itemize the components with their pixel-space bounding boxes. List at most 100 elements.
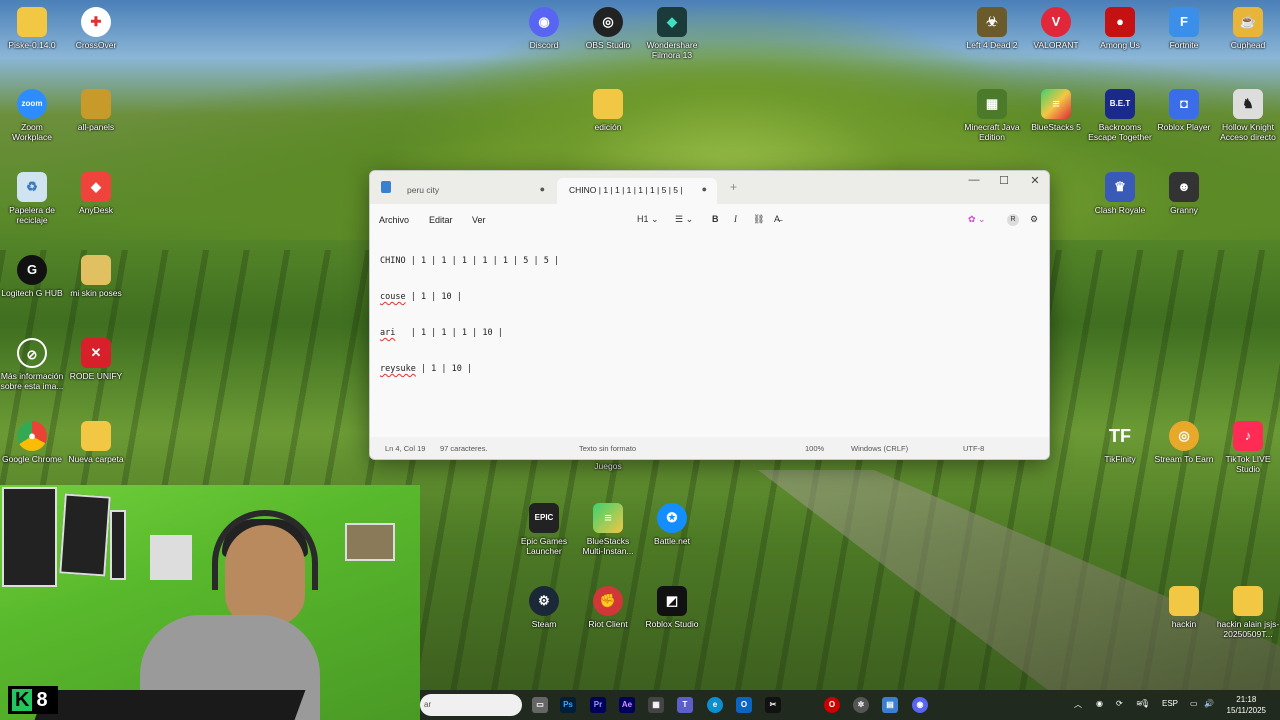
- capcut-icon[interactable]: ✂: [765, 697, 781, 713]
- chrome-icon: ●: [17, 421, 47, 451]
- desktop-icon-robloxstudio[interactable]: ◩ Roblox Studio: [640, 586, 704, 629]
- desktop-icon-rodeunify[interactable]: ✕ RODE UNIFY: [64, 338, 128, 381]
- desktop-icon-ghub[interactable]: G Logitech G HUB: [0, 255, 64, 298]
- desktop-icon-bluestacks-multi[interactable]: ≡ BlueStacks Multi-Instan...: [576, 503, 640, 556]
- format-indicator[interactable]: Texto sin formato: [579, 444, 636, 453]
- teams-icon[interactable]: T: [677, 697, 693, 713]
- notepad-window[interactable]: peru city ● CHINO | 1 | 1 | 1 | 1 | 1 | …: [369, 170, 1050, 460]
- desktop-icon-epic[interactable]: EPIC Epic Games Launcher: [512, 503, 576, 556]
- link-button[interactable]: ⛓: [753, 214, 764, 225]
- encoding[interactable]: UTF-8: [963, 444, 984, 453]
- settings-gear-icon[interactable]: ⚙: [1030, 214, 1038, 225]
- list-dropdown[interactable]: ☰ ⌄: [675, 214, 693, 225]
- zoom-level[interactable]: 100%: [805, 444, 824, 453]
- desktop-icon-fortnite[interactable]: F Fortnite: [1152, 7, 1216, 50]
- discord-taskbar-icon[interactable]: ◉: [912, 697, 928, 713]
- microphone-icon[interactable]: 🎙: [1140, 699, 1150, 708]
- desktop-icon-amongus[interactable]: ● Among Us: [1088, 7, 1152, 50]
- opera-icon[interactable]: O: [824, 697, 840, 713]
- battlenet-icon: ✪: [657, 503, 687, 533]
- desktop-icon-roblox[interactable]: ◘ Roblox Player: [1152, 89, 1216, 132]
- store-icon[interactable]: ▦: [648, 697, 664, 713]
- premiere-icon[interactable]: Pr: [590, 697, 606, 713]
- line-ending[interactable]: Windows (CRLF): [851, 444, 908, 453]
- desktop-icon-battlenet[interactable]: ✪ Battle.net: [640, 503, 704, 546]
- account-avatar[interactable]: R: [1007, 214, 1019, 226]
- task-view-icon[interactable]: ▭: [532, 697, 548, 713]
- desktop-icon-hackin[interactable]: hackin: [1152, 586, 1216, 629]
- tab-peru-city[interactable]: peru city ●: [395, 178, 555, 204]
- edge-icon[interactable]: e: [707, 697, 723, 713]
- heading-dropdown[interactable]: H1 ⌄: [637, 214, 659, 225]
- desktop-icon-granny[interactable]: ☻ Granny: [1152, 172, 1216, 215]
- tab-unsaved-dot-icon[interactable]: ●: [540, 184, 545, 194]
- volume-icon[interactable]: 🔊: [1204, 699, 1214, 708]
- copilot-icon[interactable]: ✿ ⌄: [968, 214, 986, 225]
- desktop-icon-bluestacks[interactable]: ≡ BlueStacks 5: [1024, 89, 1088, 132]
- desktop-icon-streamtoearn[interactable]: ◎ Stream To Earn: [1152, 421, 1216, 464]
- desktop-icon-piske[interactable]: Piske-0.14.0: [0, 7, 64, 50]
- monitor-icon[interactable]: ▭: [1190, 699, 1198, 708]
- desktop-icon-steam[interactable]: ⚙ Steam: [512, 586, 576, 629]
- menu-archivo[interactable]: Archivo: [379, 215, 409, 225]
- desktop-icon-nuevacarpeta[interactable]: Nueva carpeta: [64, 421, 128, 464]
- desktop-icon-recycle-bin[interactable]: ♻ Papelera de reciclaje: [0, 172, 64, 225]
- clock[interactable]: 21:18 15/11/2025: [1227, 694, 1266, 716]
- opera-tray-icon[interactable]: ◉: [1096, 699, 1103, 708]
- menu-ver[interactable]: Ver: [472, 215, 486, 225]
- photoshop-icon[interactable]: Ps: [560, 697, 576, 713]
- close-button[interactable]: ✕: [1021, 174, 1049, 187]
- desktop-icon-edicion[interactable]: edición: [576, 89, 640, 132]
- taskbar: ar ▭ Ps Pr Ae ▦ T e O ✂ O ✲ ▤ ◉ ︿ ◉ ⟳ ≋ …: [420, 690, 1280, 720]
- desktop-icon-clashroyale[interactable]: ♛ Clash Royale: [1088, 172, 1152, 215]
- folder-icon: [81, 89, 111, 119]
- desktop-icon-allpanels[interactable]: all-panels: [64, 89, 128, 132]
- tab-chino[interactable]: CHINO | 1 | 1 | 1 | 1 | 1 | 5 | 5 | ●: [557, 178, 717, 204]
- menu-editar[interactable]: Editar: [429, 215, 453, 225]
- desktop-icon-chrome[interactable]: ● Google Chrome: [0, 421, 64, 464]
- bluestacks-icon: ≡: [1041, 89, 1071, 119]
- desktop-icon-anydesk[interactable]: ◆ AnyDesk: [64, 172, 128, 215]
- clear-format-button[interactable]: A̶: [774, 214, 780, 224]
- maximize-button[interactable]: ☐: [990, 174, 1018, 187]
- desktop-icon-valorant[interactable]: V VALORANT: [1024, 7, 1088, 50]
- chevron-up-icon[interactable]: ︿: [1074, 699, 1082, 710]
- folder-icon: [1233, 586, 1263, 616]
- bold-button[interactable]: B: [712, 214, 719, 224]
- desktop-icon-obs[interactable]: ◎ OBS Studio: [576, 7, 640, 50]
- desktop-icon-riotclient[interactable]: ✊ Riot Client: [576, 586, 640, 629]
- wall-poster: [110, 510, 126, 580]
- desktop-icon-tiktoklive[interactable]: ♪ TikTok LIVE Studio: [1216, 421, 1280, 474]
- chatgpt-icon[interactable]: ✲: [853, 697, 869, 713]
- folder-icon: [17, 7, 47, 37]
- network-icon[interactable]: ⟳: [1116, 699, 1123, 708]
- desktop-icon-tikfinity[interactable]: TF TikFinity: [1088, 421, 1152, 464]
- desktop-icon-hackin-alain[interactable]: hackin alain jsjs-20250509T...: [1216, 586, 1280, 639]
- valorant-icon: V: [1041, 7, 1071, 37]
- desktop-icon-cuphead[interactable]: ☕ Cuphead: [1216, 7, 1280, 50]
- desktop-icon-filmora[interactable]: ◆ Wondershare Filmora 13: [640, 7, 704, 60]
- new-tab-button[interactable]: +: [730, 180, 737, 194]
- desktop-icon-juegos[interactable]: Juegos: [576, 461, 640, 471]
- camera-info-icon: ⊘: [17, 338, 47, 368]
- desktop-icon-zoom[interactable]: zoom Zoom Workplace: [0, 89, 64, 142]
- desktop-icon-skinposes[interactable]: mi skin poses: [64, 255, 128, 298]
- menu-bar: Archivo Editar Ver H1 ⌄ ☰ ⌄ B I ⛓ A̶ ✿ ⌄…: [370, 204, 1049, 234]
- italic-button[interactable]: I: [734, 214, 737, 224]
- minimize-button[interactable]: —: [960, 174, 988, 186]
- aftereffects-icon[interactable]: Ae: [619, 697, 635, 713]
- title-bar[interactable]: peru city ● CHINO | 1 | 1 | 1 | 1 | 1 | …: [370, 171, 1049, 204]
- desktop-icon-moreinfo[interactable]: ⊘ Más información sobre esta ima...: [0, 338, 64, 391]
- language-indicator[interactable]: ESP: [1162, 699, 1178, 708]
- text-editor[interactable]: CHINO | 1 | 1 | 1 | 1 | 1 | 5 | 5 | cous…: [380, 231, 559, 399]
- desktop-icon-l4d2[interactable]: ☣ Left 4 Dead 2: [960, 7, 1024, 50]
- desktop-icon-discord[interactable]: ◉ Discord: [512, 7, 576, 50]
- desktop-icon-minecraft[interactable]: ▦ Minecraft Java Edition: [960, 89, 1024, 142]
- desktop-icon-backrooms[interactable]: B.E.T Backrooms Escape Together: [1088, 89, 1152, 142]
- notepad-taskbar-icon[interactable]: ▤: [882, 697, 898, 713]
- outlook-icon[interactable]: O: [736, 697, 752, 713]
- desktop-icon-crossover[interactable]: ✚ CrossOver: [64, 7, 128, 50]
- tab-unsaved-dot-icon[interactable]: ●: [702, 184, 707, 194]
- desktop-icon-hollowknight[interactable]: ♞ Hollow Knight Acceso directo: [1216, 89, 1280, 142]
- search-input[interactable]: ar: [420, 694, 522, 716]
